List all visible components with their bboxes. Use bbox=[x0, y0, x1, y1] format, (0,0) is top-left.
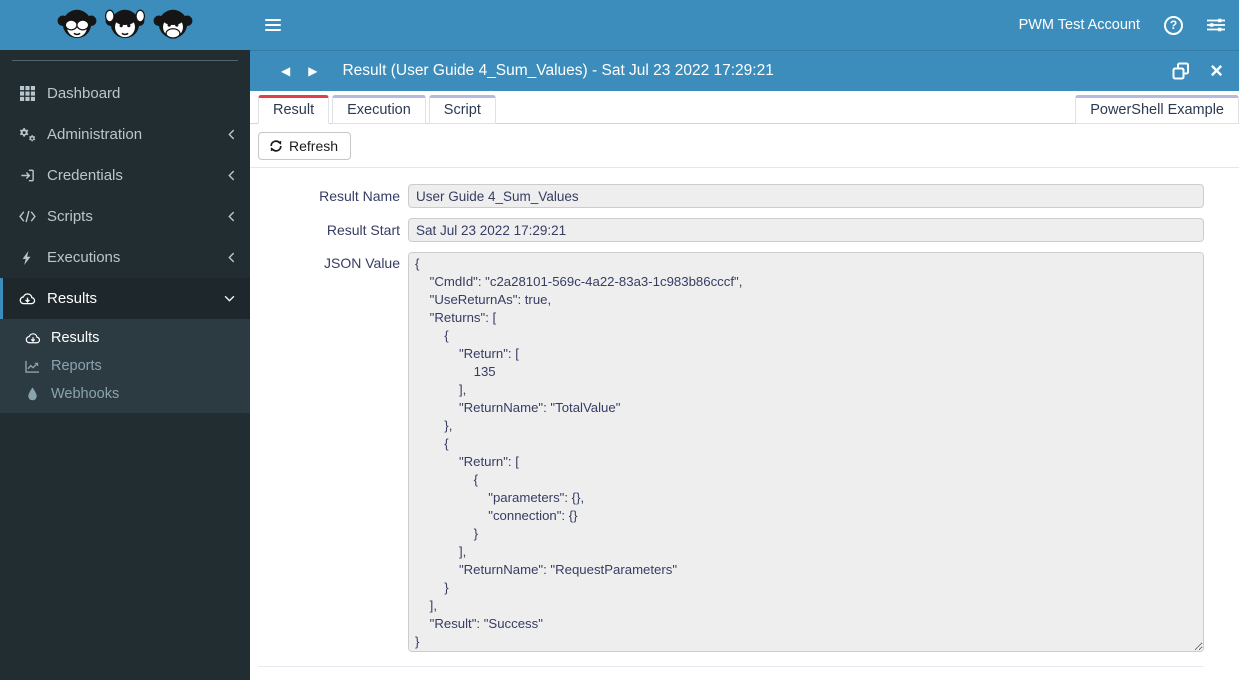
sidebar-item-label: Scripts bbox=[47, 208, 93, 225]
window-titlebar: ◀ ▶ Result (User Guide 4_Sum_Values) - S… bbox=[250, 50, 1239, 91]
json-value-textarea[interactable]: { "CmdId": "c2a28101-569c-4a22-83a3-1c98… bbox=[408, 252, 1204, 652]
result-name-label: Result Name bbox=[319, 188, 400, 204]
code-icon bbox=[18, 210, 36, 223]
sidebar-nav: Dashboard Administration Credentials Scr… bbox=[0, 61, 250, 413]
sidebar-item-dashboard[interactable]: Dashboard bbox=[0, 73, 250, 114]
sidebar-item-label: Dashboard bbox=[47, 85, 121, 102]
result-start-row: Result Start bbox=[258, 218, 1204, 242]
chevron-left-icon bbox=[228, 211, 235, 222]
chart-line-icon bbox=[24, 360, 41, 373]
result-start-label: Result Start bbox=[326, 222, 400, 238]
sidebar-subitem-reports[interactable]: Reports bbox=[0, 352, 250, 380]
tab-result[interactable]: Result bbox=[258, 95, 330, 124]
bolt-icon bbox=[18, 250, 36, 265]
sidebar-item-label: Credentials bbox=[47, 167, 123, 184]
gears-icon bbox=[18, 127, 36, 142]
sidebar-subitem-label: Webhooks bbox=[51, 386, 120, 402]
sidebar-subitem-label: Results bbox=[51, 330, 100, 346]
sidebar-subitem-label: Reports bbox=[51, 358, 102, 374]
droplet-icon bbox=[24, 387, 41, 401]
result-start-input[interactable] bbox=[408, 218, 1204, 242]
chevron-left-icon bbox=[228, 129, 235, 140]
next-result-button[interactable]: ▶ bbox=[299, 60, 326, 82]
hear-no-evil-monkey-icon bbox=[104, 4, 146, 46]
cloud-download-icon bbox=[24, 332, 41, 344]
json-value-label: JSON Value bbox=[324, 255, 400, 271]
window-title: Result (User Guide 4_Sum_Values) - Sat J… bbox=[342, 62, 774, 79]
sidebar-subitem-results[interactable]: Results bbox=[0, 324, 250, 352]
speak-no-evil-monkey-icon bbox=[152, 4, 194, 46]
cloud-download-icon bbox=[18, 292, 36, 305]
tab-execution[interactable]: Execution bbox=[332, 95, 426, 124]
refresh-icon bbox=[269, 139, 283, 153]
sidebar-item-label: Administration bbox=[47, 126, 143, 143]
hamburger-menu-icon[interactable] bbox=[265, 19, 281, 31]
restore-window-icon[interactable] bbox=[1172, 62, 1190, 80]
refresh-button[interactable]: Refresh bbox=[258, 132, 352, 160]
toolbar: Refresh bbox=[250, 124, 1239, 168]
sidebar-item-executions[interactable]: Executions bbox=[0, 237, 250, 278]
chevron-down-icon bbox=[224, 295, 235, 302]
help-icon[interactable]: ? bbox=[1164, 15, 1183, 35]
tab-script[interactable]: Script bbox=[428, 95, 496, 124]
tab-bar: Result Execution Script PowerShell Examp… bbox=[250, 91, 1239, 124]
chevron-left-icon bbox=[228, 252, 235, 263]
result-name-input[interactable] bbox=[408, 184, 1204, 208]
result-name-row: Result Name bbox=[258, 184, 1204, 208]
sidebar-subitem-webhooks[interactable]: Webhooks bbox=[0, 380, 250, 408]
account-name[interactable]: PWM Test Account bbox=[1019, 17, 1140, 33]
section-divider bbox=[258, 666, 1204, 667]
results-submenu: Results Reports Webhooks bbox=[0, 319, 250, 413]
main-area: PWM Test Account ? ◀ ▶ Result (User Guid… bbox=[250, 0, 1239, 680]
sliders-icon[interactable] bbox=[1207, 17, 1225, 33]
refresh-button-label: Refresh bbox=[289, 138, 339, 154]
sidebar-item-scripts[interactable]: Scripts bbox=[0, 196, 250, 237]
sidebar-item-credentials[interactable]: Credentials bbox=[0, 155, 250, 196]
sidebar-item-administration[interactable]: Administration bbox=[0, 114, 250, 155]
prev-result-button[interactable]: ◀ bbox=[272, 60, 299, 82]
sidebar: Dashboard Administration Credentials Scr… bbox=[0, 0, 250, 680]
see-no-evil-monkey-icon bbox=[56, 4, 98, 46]
sidebar-item-label: Results bbox=[47, 290, 98, 307]
sidebar-item-label: Executions bbox=[47, 249, 121, 266]
topbar: PWM Test Account ? bbox=[250, 0, 1239, 50]
json-value-row: JSON Value { "CmdId": "c2a28101-569c-4a2… bbox=[258, 252, 1204, 652]
close-icon[interactable]: × bbox=[1210, 60, 1223, 82]
app-window: Dashboard Administration Credentials Scr… bbox=[0, 0, 1239, 680]
result-form: Result Name Result Start JSON Value { "C… bbox=[250, 168, 1239, 680]
sign-in-icon bbox=[18, 168, 36, 183]
app-logo[interactable] bbox=[0, 0, 250, 50]
grid-icon bbox=[18, 86, 36, 101]
tab-powershell-example[interactable]: PowerShell Example bbox=[1075, 95, 1239, 124]
sidebar-item-results[interactable]: Results bbox=[0, 278, 250, 319]
chevron-left-icon bbox=[228, 170, 235, 181]
